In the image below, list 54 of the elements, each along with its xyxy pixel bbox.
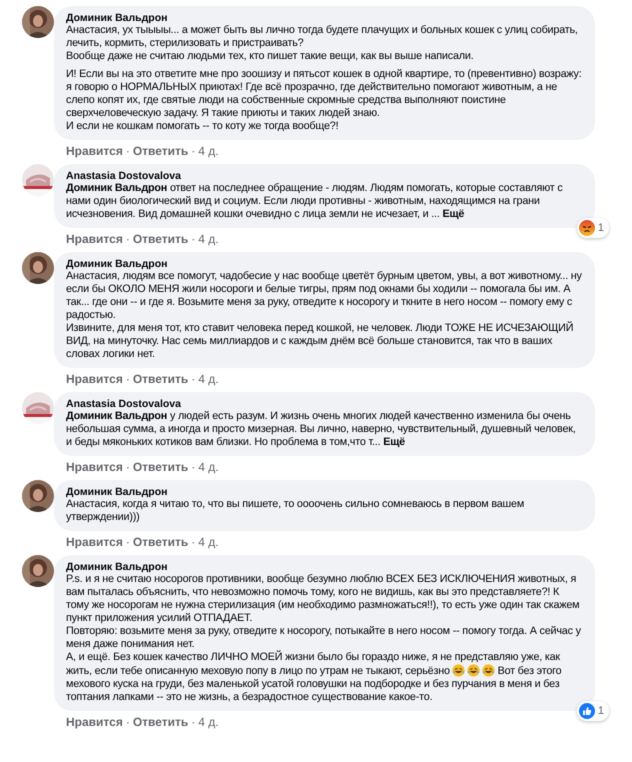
separator-dot: · [126,460,130,474]
comment-action-link[interactable]: Нравится [66,460,123,474]
separator-dot: · [191,232,196,246]
author-name[interactable]: Доминик Вальдрон [66,561,583,573]
comment-action-link[interactable]: Ответить [132,232,188,246]
separator-dot: · [126,535,130,549]
comment-time[interactable]: 4 д. [198,232,219,246]
comment-action-link[interactable]: Ответить [132,372,188,386]
author-name[interactable]: Доминик Вальдрон [66,486,583,498]
comment-text: И! Если вы на это ответите мне про зоошизу и пятьсот кошек в одной квартире, то (превентивно) возражу: я говорю о НОРМАЛЬНЫХ приютах! Где всё прозрачно, где действительно помогают животным, а не слепо копят их, где святые люди на собственные скромные средства выполняют поистине сверхчеловеческую задачу. Я такие приюты и таких людей знаю. И если не кошкам помогать -- то коту же тогда вообще?! [66,68,583,133]
author-name[interactable]: Anastasia Dostovalova [66,170,583,182]
see-more-link[interactable]: Ещё [383,436,405,448]
comment-text: Анастасия, людям все помогут, чадобесие у нас вообще цветёт бурным цветом, увы, а вот животному... ну если бы ОКОЛО МЕНЯ жили носороги и белые тигры, прям под окнами бы ходили -- помогала бы им. А так... где они -- и где я. Возьмите меня за руку, отведите к носорогу и ткните в него носом -- помогу ему с радостью. Извините, для меня тот, кто ставит человека перед кошкой, не человек. Люди ТОЖЕ НЕ ИСЧЕЗАЮЩИЙ ВИД, на минуточку. Нас семь миллиардов и с каждым днём всё больше становится, так что в ваших словах логики нет. [66,270,583,361]
comment-text: Анастасия, ух тыыыы... а может быть вы лично тогда будете плачущих и больных кошек с улиц собирать, лечить, кормить, стерилизовать и пристраивать? Вообще даже не считаю людьми тех, кто пишет такие вещи, как вы выше написали. [66,24,579,63]
laughing-face-icon [482,664,495,677]
separator-dot: · [126,232,130,246]
thumbs-up-icon [578,703,595,719]
comment-time[interactable]: 4 д. [198,460,219,474]
comment-time[interactable]: 4 д. [198,535,219,549]
reaction-badge[interactable]: 1 [576,701,609,721]
comment-action-link[interactable]: Нравится [66,535,123,549]
reaction-badge[interactable]: 1 [576,218,609,238]
separator-dot: · [191,460,196,474]
separator-dot: · [191,144,196,158]
author-name[interactable]: Доминик Вальдрон [66,12,583,24]
author-name[interactable]: Anastasia Dostovalova [66,398,583,410]
separator-dot: · [126,144,130,158]
comment-action-link[interactable]: Нравится [66,372,123,386]
comment-text: Доминик Вальдрон ответ на последнее обращение - людям. Людям помогать, которые составляют с нами один биологический вид и социум. Если люди противны - животным, находящимся на грани исчезновения. Вид домашней кошки очевидно с лица земли не исчезает, и ... Ещё [66,182,564,221]
comment-time[interactable]: 4 д. [198,715,219,729]
author-name[interactable]: Доминик Вальдрон [66,258,583,270]
separator-dot: · [191,535,196,549]
comment-action-link[interactable]: Нравится [66,144,123,158]
comment-action-link[interactable]: Ответить [132,715,188,729]
comment-action-link[interactable]: Ответить [132,144,188,158]
see-more-link[interactable]: Ещё [442,208,464,220]
reaction-count: 1 [598,705,604,717]
laughing-face-icon [466,664,480,677]
comment-action-link[interactable]: Ответить [132,535,188,549]
reaction-count: 1 [598,222,604,234]
comment-text: Анастасия, когда я читаю то, что вы пишете, то оооочень сильно сомневаюсь в первом вашем утверждении))) [66,498,526,524]
separator-dot: · [126,372,130,386]
separator-dot: · [191,715,196,729]
comment-action-link[interactable]: Нравится [66,232,123,246]
comment-time[interactable]: 4 д. [198,372,219,386]
comment-action-link[interactable]: Ответить [132,460,188,474]
comment-time[interactable]: 4 д. [198,144,219,158]
separator-dot: · [126,715,130,729]
separator-dot: · [191,372,196,386]
comment-action-link[interactable]: Нравится [66,715,123,729]
comment-text: P.s. и я не считаю носорогов противники, вообще безумно люблю ВСЕХ БЕЗ ИСКЛЮЧЕНИЯ животных, я вам пыталась объяснить, что невозможно помочь тому, кого не видишь, как вы это представляете?! К тому же носорогам не нужна стерилизация (им необходимо размножаться!!), то есть уже один так скажем пункт приложения усилий ОТПАДАЕТ. Повторяю: возьмите меня за руку, отведите к носорогу, потыкайте в него носом -- помогу тогда. А сейчас у меня даже понимания нет. А, и ещё. Без кошек качество ЛИЧНО МОЕЙ жизни было бы гораздо ниже, я не представляю уже, как жить, если тебе описанную меховую попу в лицо по утрам не тыкают, серьёзно Вот без этого мехового куска на груди, без маленькой усатой головушки на подбородке и без пурчания в меня и без топтания лапками -- это не жизнь, а безрадостное существование какое-то. [66,573,582,704]
laughing-face-icon [452,664,465,677]
comment-text: Доминик Вальдрон у людей есть разум. И жизнь очень многих людей качественно изменила бы очень небольшая сумма, а иногда и просто мизерная. Вы лично, наверно, чувствительный, душевный человек, и беды мяконьких котиков вам близки. Но проблема в том,что т... Ещё [66,410,577,449]
angry-face-icon [578,220,595,236]
